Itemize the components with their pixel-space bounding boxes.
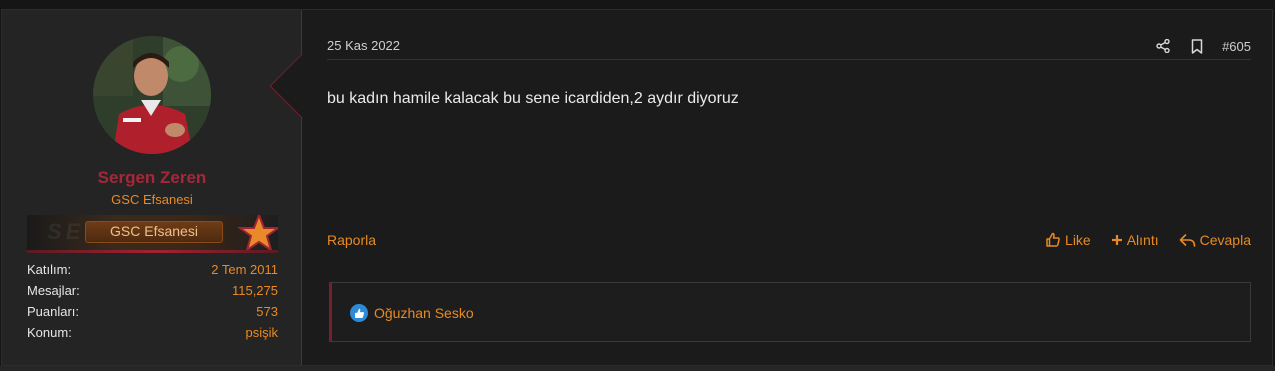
stat-label: Katılım: [27,262,72,277]
reaction-user[interactable]: Oğuzhan Sesko [374,305,474,321]
reactions-bar: Oğuzhan Sesko [329,282,1251,342]
report-link[interactable]: Raporla [327,232,376,248]
next-post-edge [0,366,1275,371]
post-footer: Raporla Like Alıntı Cevapla [327,232,1251,248]
stat-label: Puanları: [27,304,80,319]
post-message: bu kadın hamile kalacak bu sene icardide… [327,90,739,107]
user-banner: SENSEI GSC Efsanesi [27,215,278,250]
post-actions: Like Alıntı Cevapla [1045,232,1251,248]
quote-button[interactable]: Alıntı [1111,232,1159,248]
stat-points: Puanları: 573 [27,304,278,325]
quote-label: Alıntı [1126,232,1159,248]
banner-divider [27,250,278,253]
reply-label: Cevapla [1199,232,1251,248]
like-button[interactable]: Like [1045,232,1091,248]
post-header-actions: #605 [1152,37,1251,55]
reply-button[interactable]: Cevapla [1179,232,1251,248]
user-title: GSC Efsanesi [111,192,193,207]
stat-location: Konum: psişik [27,325,278,346]
user-stats: Katılım: 2 Tem 2011 Mesajlar: 115,275 Pu… [27,262,278,346]
user-avatar[interactable] [93,36,211,154]
stat-value[interactable]: 115,275 [232,283,278,304]
post-main: 25 Kas 2022 #605 bu kadın hamile kalacak… [327,10,1251,365]
stat-value[interactable]: psişik [245,325,278,346]
post-date[interactable]: 25 Kas 2022 [327,38,400,53]
stat-label: Mesajlar: [27,283,80,298]
avatar-image [93,36,211,154]
stat-messages: Mesajlar: 115,275 [27,283,278,304]
thumbs-up-icon [1046,232,1060,247]
post-number[interactable]: #605 [1222,39,1251,54]
share-icon[interactable] [1152,37,1174,55]
stat-label: Konum: [27,325,72,340]
banner-label: GSC Efsanesi [110,223,198,239]
reaction-summary[interactable]: Oğuzhan Sesko [350,304,474,322]
bookmark-icon[interactable] [1186,37,1208,55]
message-post: Sergen Zeren GSC Efsanesi SENSEI GSC Efs… [1,9,1273,366]
stat-value[interactable]: 573 [256,304,278,325]
reply-icon [1179,233,1195,247]
stat-value: 2 Tem 2011 [211,262,278,277]
stat-joined: Katılım: 2 Tem 2011 [27,262,278,283]
user-info-panel: Sergen Zeren GSC Efsanesi SENSEI GSC Efs… [2,10,302,365]
like-reaction-icon [350,304,368,322]
username[interactable]: Sergen Zeren [2,168,302,188]
header-divider [327,59,1251,60]
star-icon [237,215,278,250]
like-label: Like [1065,232,1091,248]
plus-icon [1111,235,1122,245]
